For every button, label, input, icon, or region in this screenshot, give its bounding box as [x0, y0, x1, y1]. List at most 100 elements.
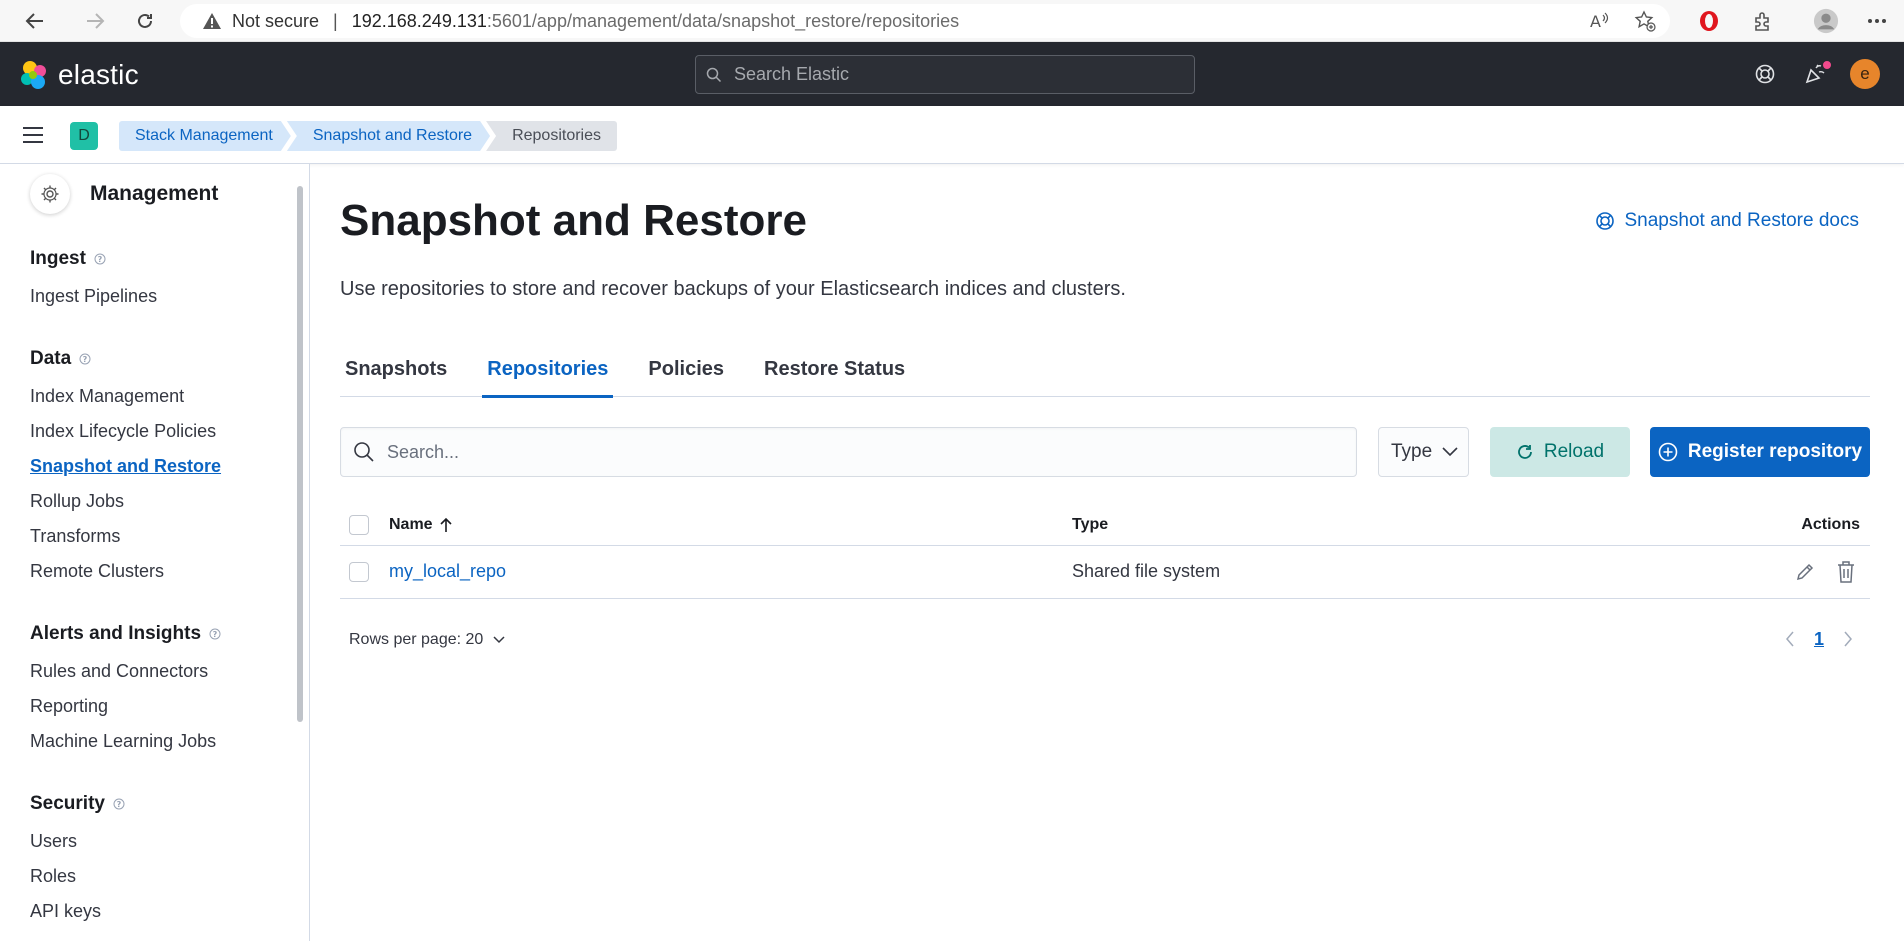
- sidebar-item-users[interactable]: Users: [30, 831, 77, 852]
- browser-toolbar: Not secure | 192.168.249.131:5601/app/ma…: [0, 0, 1904, 42]
- profile-icon[interactable]: [1813, 8, 1839, 34]
- column-name-label: Name: [389, 516, 433, 533]
- management-sidebar: Management Ingest ? Ingest Pipelines Dat…: [0, 164, 310, 941]
- section-title: Alerts and Insights: [30, 623, 202, 644]
- chevron-left-icon: [1785, 631, 1794, 647]
- sidebar-section-security: Security ?: [30, 793, 125, 815]
- tab-restore-status[interactable]: Restore Status: [759, 342, 910, 397]
- column-header-type: Type: [1072, 516, 1109, 533]
- type-filter-label: Type: [1391, 441, 1433, 462]
- sidebar-scrollbar[interactable]: [297, 186, 303, 722]
- register-repository-button[interactable]: Register repository: [1650, 427, 1870, 477]
- help-icon[interactable]: [1751, 60, 1779, 88]
- sidebar-item-ingest-pipelines[interactable]: Ingest Pipelines: [30, 286, 157, 307]
- address-separator: |: [333, 10, 338, 31]
- extensions-icon[interactable]: [1750, 8, 1776, 34]
- sidebar-item-roles[interactable]: Roles: [30, 866, 76, 887]
- warning-icon: [203, 13, 221, 29]
- svg-text:?: ?: [83, 355, 88, 364]
- tab-snapshots[interactable]: Snapshots: [340, 342, 452, 397]
- sidebar-item-transforms[interactable]: Transforms: [30, 526, 120, 547]
- repositories-table: Name Type Actions my_local_repo Shared f…: [340, 504, 1870, 599]
- page-description: Use repositories to store and recover ba…: [340, 278, 1126, 300]
- refresh-button[interactable]: [130, 6, 160, 36]
- back-button[interactable]: [20, 6, 50, 36]
- docs-link-label: Snapshot and Restore docs: [1624, 210, 1860, 231]
- refresh-icon: [138, 13, 152, 28]
- global-search[interactable]: [695, 55, 1195, 94]
- row-checkbox[interactable]: [349, 562, 369, 582]
- logo-text: elastic: [58, 59, 139, 90]
- sidebar-item-api-keys[interactable]: API keys: [30, 901, 101, 922]
- column-header-name[interactable]: Name: [389, 516, 453, 534]
- sidebar-item-index-management[interactable]: Index Management: [30, 386, 184, 407]
- breadcrumb-bar: D Stack Management Snapshot and Restore …: [0, 106, 1904, 164]
- question-icon[interactable]: ?: [79, 353, 91, 365]
- kibana-header: elastic e: [0, 42, 1904, 106]
- sidebar-item-snapshot-and-restore[interactable]: Snapshot and Restore: [30, 456, 221, 477]
- select-all-checkbox[interactable]: [349, 515, 369, 535]
- trash-icon[interactable]: [1835, 560, 1857, 584]
- repository-name-link[interactable]: my_local_repo: [389, 561, 506, 582]
- search-icon: [706, 67, 722, 82]
- sidebar-title: Management: [90, 182, 219, 205]
- reload-button[interactable]: Reload: [1490, 427, 1630, 477]
- read-aloud-icon[interactable]: A: [1588, 10, 1610, 32]
- favorite-icon[interactable]: [1634, 10, 1656, 32]
- sidebar-section-data: Data ?: [30, 348, 91, 370]
- sidebar-item-rules-and-connectors[interactable]: Rules and Connectors: [30, 661, 208, 682]
- rows-per-page-label: Rows per page: 20: [349, 631, 484, 648]
- sidebar-section-ingest: Ingest ?: [30, 248, 106, 270]
- question-icon[interactable]: ?: [209, 628, 221, 640]
- menu-icon[interactable]: [22, 125, 44, 145]
- sidebar-item-remote-clusters[interactable]: Remote Clusters: [30, 561, 164, 582]
- breadcrumb: Stack Management Snapshot and Restore Re…: [119, 121, 618, 151]
- sidebar-item-index-lifecycle-policies[interactable]: Index Lifecycle Policies: [30, 421, 216, 442]
- pencil-icon[interactable]: [1794, 561, 1816, 583]
- forward-arrow-icon: [87, 13, 105, 29]
- repository-search[interactable]: [340, 427, 1357, 477]
- tab-policies[interactable]: Policies: [643, 342, 729, 397]
- refresh-icon: [1518, 445, 1532, 459]
- plus-in-circle-icon: [1658, 442, 1678, 462]
- breadcrumb-repositories: Repositories: [486, 121, 618, 151]
- search-icon: [354, 442, 374, 462]
- tab-repositories[interactable]: Repositories: [482, 342, 614, 398]
- url-path: :5601/app/management/data/snapshot_resto…: [486, 10, 960, 31]
- sort-ascending-icon: [440, 517, 452, 532]
- elastic-logo[interactable]: elastic: [18, 59, 139, 91]
- chevron-down-icon: [493, 636, 505, 644]
- table-row: my_local_repo Shared file system: [340, 546, 1870, 599]
- type-filter-button[interactable]: Type: [1378, 427, 1469, 477]
- rows-per-page-button[interactable]: Rows per page: 20: [349, 631, 505, 649]
- breadcrumb-stack-management[interactable]: Stack Management: [119, 121, 291, 151]
- notification-dot: [1822, 60, 1832, 70]
- svg-text:?: ?: [117, 800, 122, 809]
- question-icon[interactable]: ?: [113, 798, 125, 810]
- docs-link[interactable]: Snapshot and Restore docs: [1595, 210, 1860, 232]
- global-search-input[interactable]: [734, 64, 1174, 85]
- space-avatar[interactable]: D: [70, 122, 98, 150]
- sidebar-item-rollup-jobs[interactable]: Rollup Jobs: [30, 491, 124, 512]
- next-page-button[interactable]: [1836, 627, 1860, 651]
- address-bar[interactable]: Not secure | 192.168.249.131:5601/app/ma…: [180, 4, 1670, 38]
- page-number[interactable]: 1: [1814, 629, 1824, 650]
- sidebar-item-reporting[interactable]: Reporting: [30, 696, 108, 717]
- pagination: 1: [1778, 627, 1860, 651]
- tab-bar: Snapshots Repositories Policies Restore …: [340, 342, 1870, 398]
- opera-extension-icon[interactable]: [1696, 8, 1722, 34]
- security-label: Not secure: [232, 10, 320, 31]
- previous-page-button[interactable]: [1778, 627, 1802, 651]
- register-repository-label: Register repository: [1687, 441, 1863, 462]
- chevron-right-icon: [1844, 631, 1852, 647]
- section-title: Data: [30, 348, 72, 369]
- section-title: Security: [30, 793, 105, 814]
- browser-menu-icon[interactable]: [1864, 8, 1890, 34]
- url-host: 192.168.249.131: [351, 10, 487, 31]
- sidebar-item-machine-learning-jobs[interactable]: Machine Learning Jobs: [30, 731, 216, 752]
- breadcrumb-snapshot-and-restore[interactable]: Snapshot and Restore: [287, 121, 490, 151]
- repository-search-input[interactable]: [387, 441, 1287, 463]
- forward-button[interactable]: [80, 6, 110, 36]
- user-avatar[interactable]: e: [1850, 59, 1880, 89]
- question-icon[interactable]: ?: [94, 253, 106, 265]
